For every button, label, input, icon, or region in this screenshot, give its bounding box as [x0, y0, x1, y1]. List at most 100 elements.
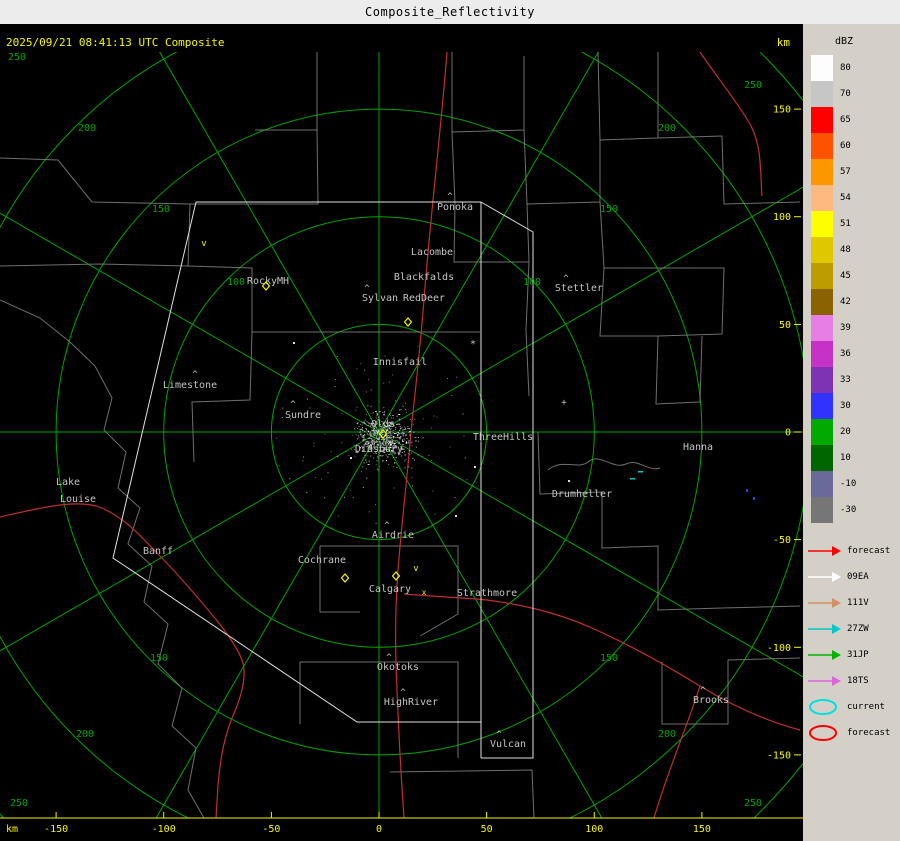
- town-caret-marker: ^: [400, 688, 406, 698]
- colorbar-value-label: 57: [840, 167, 851, 177]
- blue-echo-speck: [753, 497, 755, 500]
- colorbar-value-label: 42: [840, 297, 851, 307]
- city-label-lacombe: Lacombe: [411, 247, 453, 258]
- colorbar-swatch: [811, 315, 833, 341]
- legend-label: 18TS: [847, 676, 869, 686]
- town-caret-marker: ^: [496, 730, 502, 740]
- colorbar-swatch: [811, 237, 833, 263]
- colorbar-swatch: [811, 159, 833, 185]
- colorbar-swatch: [811, 185, 833, 211]
- colorbar-value-label: 45: [840, 271, 851, 281]
- city-label-olds: Olds: [371, 419, 395, 430]
- town-caret-marker: ^: [364, 284, 370, 294]
- legend-label: current: [847, 702, 885, 712]
- colorbar-value-label: 48: [840, 245, 851, 255]
- city-label-didsbury: Didsbury: [355, 444, 403, 455]
- colorbar-swatch: [811, 211, 833, 237]
- colorbar-swatch: [811, 497, 833, 523]
- city-label-banff: Banff: [143, 546, 173, 557]
- city-label-vulcan: Vulcan: [490, 739, 526, 750]
- town-caret-marker: ^: [447, 192, 453, 202]
- colorbar-value-label: 30: [840, 401, 851, 411]
- colorbar-level-10: 10: [811, 445, 900, 471]
- colorbar-level-70: 70: [811, 81, 900, 107]
- colorbar-value-label: 39: [840, 323, 851, 333]
- colorbar-swatch: [811, 107, 833, 133]
- city-label-innisfail: Innisfail: [373, 357, 427, 368]
- legend-item-18TS: 18TS: [807, 668, 900, 694]
- x-axis-tick-label: -100: [152, 824, 176, 835]
- city-label-highriver: HighRiver: [384, 697, 438, 708]
- legend-ellipse-icon: [809, 699, 837, 715]
- range-label-250: 250: [744, 80, 762, 91]
- range-label-250: 250: [744, 798, 762, 809]
- point-marker-dot: [293, 342, 295, 344]
- colorbar-level-51: 51: [811, 211, 900, 237]
- colorbar-swatch: [811, 393, 833, 419]
- colorbar-swatch: [811, 55, 833, 81]
- colorbar-value-label: 36: [840, 349, 851, 359]
- colorbar-level-20: 20: [811, 419, 900, 445]
- legend-item-forecast: forecast: [807, 538, 900, 564]
- y-axis-unit-label: km: [777, 36, 791, 49]
- legend-item-current: current: [807, 694, 900, 720]
- city-label-drumheller: Drumheller: [552, 489, 612, 500]
- colorbar-value-label: 10: [840, 453, 851, 463]
- point-marker-dot: [350, 457, 352, 459]
- city-label-strathmore: Strathmore: [457, 588, 517, 599]
- city-label-stettler: Stettler: [555, 283, 603, 294]
- colorbar-swatch: [811, 133, 833, 159]
- radar-map[interactable]: 250 200 150 100 250 200 150 100 150 200 250 150 200 2…: [0, 0, 803, 841]
- town-caret-marker: ^: [700, 686, 706, 696]
- colorbar-level-33: 33: [811, 367, 900, 393]
- city-label-sundre: Sundre: [285, 410, 321, 421]
- city-label-lake: Lake: [56, 477, 80, 488]
- colorbar-level-39: 39: [811, 315, 900, 341]
- y-axis-tick-label: -150: [767, 750, 791, 761]
- cyan-echo-speck: [630, 478, 635, 480]
- blue-echo-speck: [746, 489, 748, 492]
- cyan-echo-speck: [638, 471, 643, 473]
- colorbar-value-label: 80: [840, 63, 851, 73]
- legend-item-31JP: 31JP: [807, 642, 900, 668]
- legend-label: forecast: [847, 728, 891, 738]
- colorbar-value-label: 54: [840, 193, 851, 203]
- storm-legend: forecast 09EA 111V 27ZW 31JP 18TS current forec…: [807, 538, 900, 746]
- legend-arrow-icon: [808, 624, 841, 634]
- window-title: Composite_Reflectivity: [365, 5, 535, 19]
- city-label-threehills: ThreeHills: [473, 432, 533, 443]
- legend-ellipse-icon: [809, 725, 837, 741]
- y-axis-tick-label: 100: [773, 212, 791, 223]
- legend-label: 27ZW: [847, 624, 869, 634]
- colorbar-swatch: [811, 367, 833, 393]
- colorbar-value-label: 65: [840, 115, 851, 125]
- yellow-vee-marker: v: [413, 564, 418, 574]
- town-caret-marker: ^: [192, 370, 198, 380]
- legend-arrow-icon: [808, 650, 841, 660]
- point-marker-dot: [568, 480, 570, 482]
- city-label-louise: Louise: [60, 494, 96, 505]
- point-marker-dot: [455, 515, 457, 517]
- legend-label: forecast: [847, 546, 891, 556]
- range-label-200: 200: [658, 123, 676, 134]
- colorbar-swatch: [811, 341, 833, 367]
- y-axis-tick-label: 50: [779, 320, 791, 331]
- town-caret-marker: ^: [386, 653, 392, 663]
- colorbar-value-label: -30: [840, 505, 857, 515]
- side-panel: dBZ 80 70 65 60 57 54 51 48 45 42 39 36 33 30 20 10 -10 -…: [803, 24, 900, 841]
- city-label-blackfalds: Blackfalds: [394, 272, 454, 283]
- radar-viewer-window: 250 200 150 100 250 200 150 100 150 200 250 150 200 2…: [0, 0, 900, 841]
- colorbar-swatch: [811, 419, 833, 445]
- colorbar-value-label: -10: [840, 479, 857, 489]
- colorbar-value-label: 51: [840, 219, 851, 229]
- city-label-reddeer: RedDeer: [403, 293, 445, 304]
- range-label-150: 150: [600, 653, 618, 664]
- x-axis-tick-label: 100: [585, 824, 603, 835]
- city-label-sylvan: Sylvan: [362, 293, 398, 304]
- legend-item-27ZW: 27ZW: [807, 616, 900, 642]
- x-axis-tick-label: 150: [693, 824, 711, 835]
- legend-item-09EA: 09EA: [807, 564, 900, 590]
- dbz-colorbar: 80 70 65 60 57 54 51 48 45 42 39 36 33 30 20 10 -10 -30: [811, 55, 900, 523]
- colorbar-unit-label: dBZ: [835, 36, 854, 47]
- y-axis-tick-label: -50: [773, 535, 791, 546]
